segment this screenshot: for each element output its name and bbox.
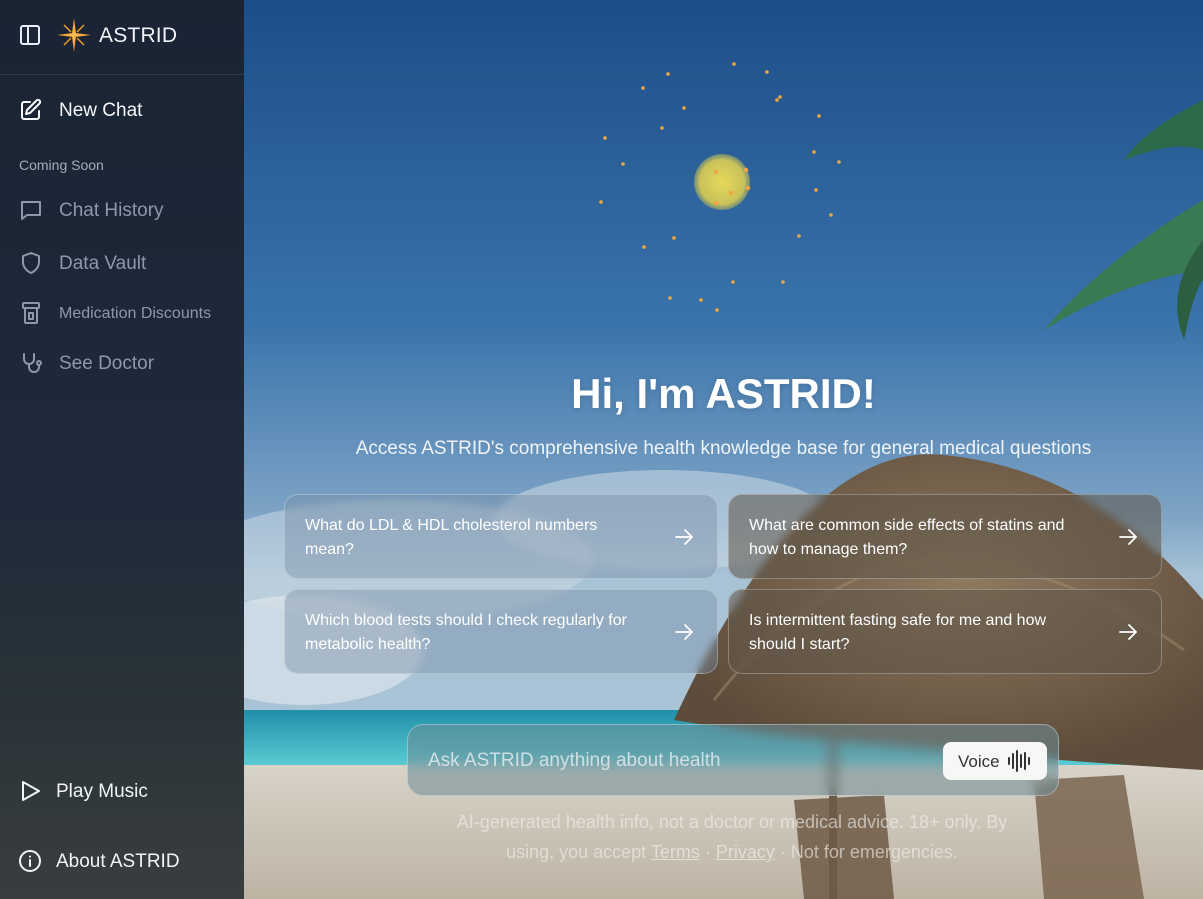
sidebar-item-chat-history[interactable]: Chat History [0,188,244,232]
info-icon [18,849,42,873]
voice-button[interactable]: Voice [943,742,1047,780]
page-title: Hi, I'm ASTRID! [571,370,876,417]
chat-input[interactable] [408,725,928,797]
arrow-right-icon [673,526,695,548]
sidebar-header: ASTRID [0,0,244,75]
sidebar-item-label: Medication Discounts [59,305,212,322]
page-subtitle: Access ASTRID's comprehensive health kno… [355,438,1092,459]
arrow-right-icon [1117,526,1139,548]
sidebar-item-medication-discounts[interactable]: Medication Discounts [0,291,244,335]
about-astrid-button[interactable]: About ASTRID [0,839,244,883]
sidebar-item-label: See Doctor [59,353,155,374]
stethoscope-icon [19,351,43,375]
disclaimer-separator: · [699,842,716,862]
new-chat-label: New Chat [59,100,143,121]
waveform-icon [1007,750,1031,772]
play-music-button[interactable]: Play Music [0,769,244,813]
arrow-right-icon [673,621,695,643]
voice-label: Voice [958,752,1000,771]
edit-icon [19,98,43,122]
suggestion-card[interactable]: Which blood tests should I check regular… [284,589,718,674]
astrid-logo-icon [56,17,92,53]
brand-name: ASTRID [99,24,178,47]
sidebar: ASTRID New Chat Coming Soon Chat History… [0,0,244,899]
terms-link[interactable]: Terms [651,842,700,862]
suggestion-card[interactable]: What are common side effects of statins … [728,494,1162,579]
suggestion-card[interactable]: What do LDL & HDL cholesterol numbers me… [284,494,718,579]
chat-bubble-icon [19,198,43,222]
suggestion-text: What do LDL & HDL cholesterol numbers me… [305,517,598,558]
sidebar-item-data-vault[interactable]: Data Vault [0,241,244,285]
sidebar-toggle-icon[interactable] [18,23,42,47]
sidebar-item-see-doctor[interactable]: See Doctor [0,341,244,385]
sidebar-item-label: Chat History [59,200,164,221]
privacy-link[interactable]: Privacy [716,842,775,862]
pill-bottle-icon [19,301,43,325]
suggestion-card[interactable]: Is intermittent fasting safe for me and … [728,589,1162,674]
suggestion-text: What are common side effects of statins … [749,517,1065,558]
disclaimer: AI-generated health info, not a doctor o… [439,807,1025,867]
shield-icon [19,251,43,275]
suggestion-text: Is intermittent fasting safe for me and … [749,612,1047,653]
suggestion-text: Which blood tests should I check regular… [305,612,627,653]
main-area: Hi, I'm ASTRID! Access ASTRID's comprehe… [244,0,1203,899]
play-icon [18,779,42,803]
play-music-label: Play Music [56,781,148,802]
arrow-right-icon [1117,621,1139,643]
coming-soon-heading: Coming Soon [19,157,104,173]
about-astrid-label: About ASTRID [56,851,180,872]
chat-input-box: Voice [407,724,1059,797]
sidebar-item-label: Data Vault [59,253,147,274]
new-chat-button[interactable]: New Chat [0,88,244,132]
disclaimer-text-end: · Not for emergencies. [774,842,958,862]
